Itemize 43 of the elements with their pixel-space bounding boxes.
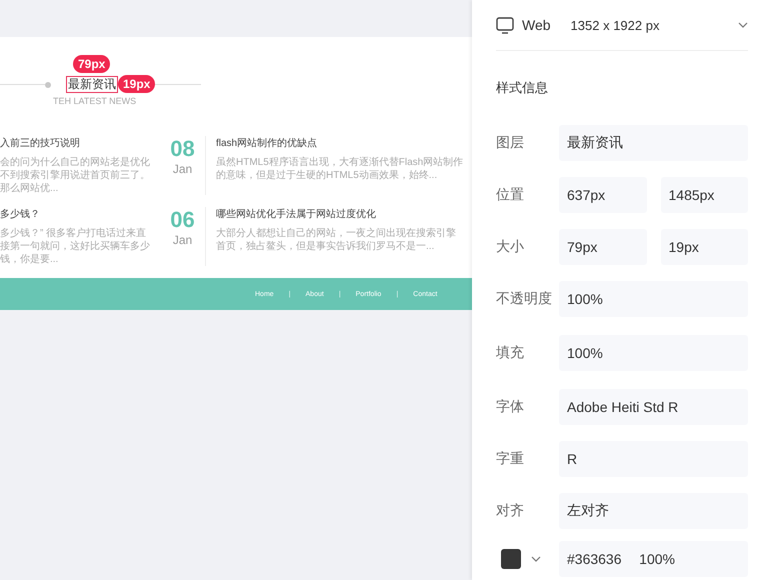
- value-field[interactable]: Adobe Heiti Std R: [559, 389, 748, 425]
- value-field[interactable]: 637px: [559, 177, 646, 213]
- news-title: 哪些网站优化手法属于网站过度优化: [216, 208, 377, 221]
- news-title: 入前三的技巧说明: [0, 136, 81, 150]
- value-field[interactable]: 1485px: [660, 177, 748, 213]
- field-label: 不透明度: [496, 290, 553, 308]
- field-label: 字体: [496, 398, 525, 416]
- news-month: Jan: [172, 233, 192, 247]
- news-excerpt: 多少钱？” 很多客户打电话过来直接第一句就问，这好比买辆车多少钱，你是要...: [0, 227, 151, 266]
- canvas-size: 1352 x 1922 px: [570, 18, 660, 32]
- value-field[interactable]: 100%: [559, 281, 748, 317]
- selected-layer-title[interactable]: 最新资讯: [67, 77, 117, 92]
- field-label: 填充: [496, 344, 525, 362]
- news-excerpt: 大部分人都想让自己的网站，一夜之间出现在搜索引擎首页，独占鳌头，但是事实告诉我们罗马不是一...: [216, 227, 457, 253]
- news-day: 06: [170, 207, 195, 233]
- news-day: 08: [170, 136, 195, 162]
- section-heading: 样式信息: [496, 79, 549, 97]
- color-value-field[interactable]: #363636 100%: [559, 541, 748, 577]
- device-name: Web: [522, 17, 551, 33]
- measure-badge: 79px: [73, 55, 110, 73]
- news-excerpt: 会的问为什么自己的网站老是优化不到搜索引擎用说进首页前三了。那么网站优...: [0, 156, 151, 195]
- value-field[interactable]: 最新资讯: [559, 125, 748, 161]
- chevron-down-icon[interactable]: [738, 22, 748, 28]
- field-label: 图层: [496, 134, 525, 152]
- chevron-down-icon[interactable]: [531, 556, 541, 562]
- value-field[interactable]: 19px: [660, 229, 748, 265]
- value-field[interactable]: R: [559, 441, 748, 477]
- section-subtitle: TEH LATEST NEWS: [53, 96, 136, 106]
- color-swatch[interactable]: [501, 549, 521, 569]
- news-title: flash网站制作的优缺点: [216, 136, 318, 150]
- field-label: 字重: [496, 450, 525, 468]
- field-label: 位置: [496, 186, 525, 204]
- measure-badge: 19px: [118, 75, 156, 93]
- dot-icon: [45, 82, 51, 88]
- news-excerpt: 虽然HTML5程序语言出现，大有逐渐代替Flash网站制作的意味，但是过于生硬的HTML5动画效果，始终...: [216, 156, 464, 182]
- value-field[interactable]: 79px: [559, 229, 646, 265]
- value-field[interactable]: 100%: [559, 335, 748, 371]
- field-label: 大小: [496, 238, 525, 256]
- monitor-icon: [496, 16, 514, 34]
- news-month: Jan: [172, 162, 192, 176]
- field-label: 对齐: [496, 502, 525, 520]
- news-title: 多少钱？: [0, 208, 41, 221]
- value-field[interactable]: 左对齐: [559, 493, 748, 529]
